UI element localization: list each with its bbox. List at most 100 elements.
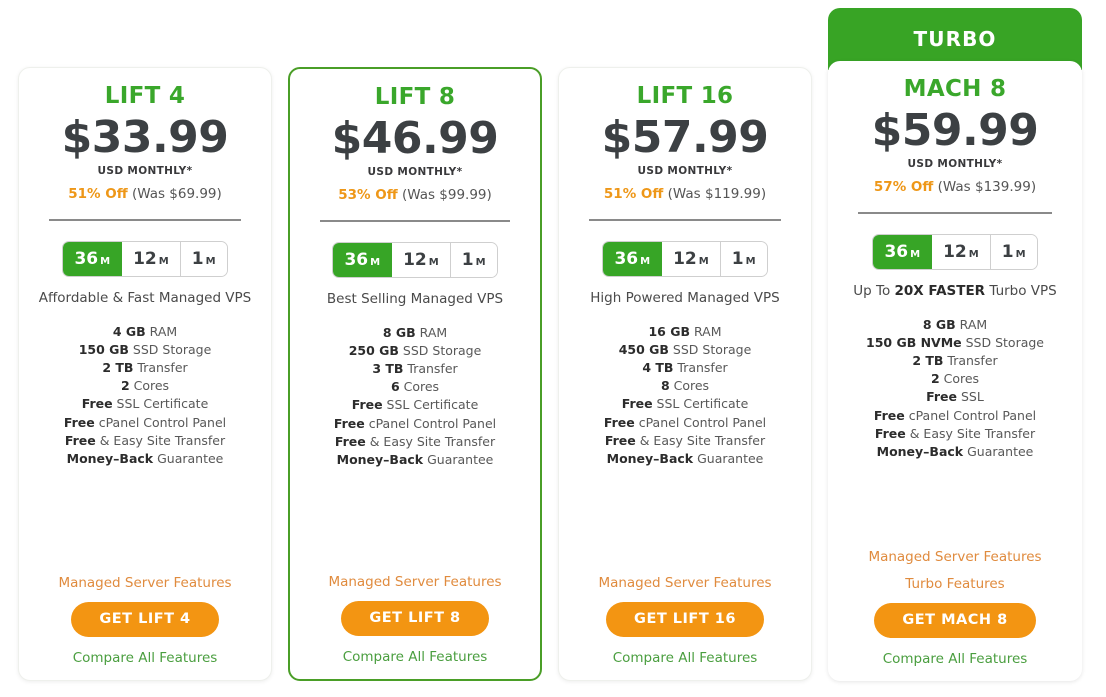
spec-list: 8 GB RAM 250 GB SSD Storage 3 TB Transfer 6… [304, 324, 526, 470]
pricing-card[interactable]: LIFT 16 $57.99 USD MONTHLY* 51% Off (Was $1… [558, 67, 812, 681]
spec-item-highlight: Free [351, 397, 383, 413]
term-option-unit: M [475, 256, 486, 268]
term-group[interactable]: 36 M 12 M 1 M [872, 233, 1038, 270]
spec-item-highlight: 6 [390, 379, 400, 395]
spec-item-text: RAM [690, 323, 722, 339]
spec-item: Free cPanel Control Panel [842, 407, 1068, 425]
term-option-12m[interactable]: 12 M [932, 234, 991, 269]
spec-list: 4 GB RAM 150 GB SSD Storage 2 TB Transfer 2… [33, 323, 257, 469]
term-option-36m[interactable]: 36 M [873, 234, 933, 269]
spec-item: 8 GB RAM [842, 316, 1068, 334]
spec-item-highlight: 8 GB [382, 324, 416, 340]
spec-item-text: cPanel Control Panel [634, 414, 767, 430]
spec-item: Free & Easy Site Transfer [573, 432, 797, 450]
term-toggle: 36 M 12 M 1 M [573, 240, 797, 277]
spec-item-highlight: Free [603, 414, 635, 430]
plan-price: $33.99 [61, 112, 229, 164]
spec-item: Money–Back Guarantee [842, 443, 1068, 461]
spec-item-text: SSD Storage [398, 342, 482, 358]
compare-all-features-link[interactable]: Compare All Features [343, 649, 488, 665]
turbo-ribbon-label: TURBO [913, 27, 997, 51]
term-option-12m[interactable]: 12 M [392, 242, 451, 277]
pricing-table: LIFT 4 $33.99 USD MONTHLY* 51% Off (Was $69… [0, 0, 1106, 697]
spec-item-highlight: 150 GB [78, 341, 129, 357]
feature-link[interactable]: Turbo Features [905, 576, 1004, 592]
pricing-card-slot: LIFT 16 $57.99 USD MONTHLY* 51% Off (Was $1… [558, 8, 812, 689]
term-option-36m[interactable]: 36 M [603, 241, 663, 276]
pricing-card[interactable]: MACH 8 $59.99 USD MONTHLY* 57% Off (Was $13… [828, 61, 1082, 681]
spec-item-highlight: Free [621, 396, 653, 412]
cta-button[interactable]: GET LIFT 16 [606, 602, 764, 637]
feature-link[interactable]: Managed Server Features [868, 549, 1041, 565]
feature-link[interactable]: Managed Server Features [328, 574, 501, 590]
pricing-card-slot: TURBO MACH 8 $59.99 USD MONTHLY* 57% Off (Wa… [828, 8, 1082, 689]
feature-link[interactable]: Managed Server Features [598, 575, 771, 591]
spec-item-highlight: 2 [930, 371, 940, 387]
term-option-1m[interactable]: 1M [720, 241, 767, 276]
spec-item: 450 GB SSD Storage [573, 341, 797, 359]
spec-item: 3 TB Transfer [304, 360, 526, 378]
spec-item-text: & Easy Site Transfer [95, 432, 226, 448]
term-option-1m[interactable]: 1M [450, 242, 497, 277]
term-option-36m[interactable]: 36 M [333, 242, 393, 277]
cta-button[interactable]: GET LIFT 8 [341, 601, 489, 636]
pricing-card[interactable]: LIFT 4 $33.99 USD MONTHLY* 51% Off (Was $69… [18, 67, 272, 681]
term-option-unit: M [910, 248, 921, 260]
pricing-card[interactable]: LIFT 8 $46.99 USD MONTHLY* 53% Off (Was $99… [288, 67, 542, 681]
card-footer: Managed Server Features GET LIFT 4 Compare… [33, 575, 257, 666]
term-option-unit: M [370, 256, 381, 268]
term-group[interactable]: 36 M 12 M 1 M [602, 240, 768, 277]
term-option-12m[interactable]: 12 M [662, 241, 721, 276]
term-option-12m[interactable]: 12 M [122, 241, 181, 276]
compare-all-features-link[interactable]: Compare All Features [73, 650, 218, 666]
term-option-1m[interactable]: 1M [180, 241, 227, 276]
compare-all-features-link[interactable]: Compare All Features [613, 650, 758, 666]
pricing-card-slot: LIFT 4 $33.99 USD MONTHLY* 51% Off (Was $69… [18, 8, 272, 689]
term-option-unit: M [205, 255, 216, 267]
term-group[interactable]: 36 M 12 M 1 M [62, 240, 228, 277]
spec-item-text: SSL Certificate [652, 396, 749, 412]
card-divider [49, 218, 241, 221]
spec-item: 250 GB SSD Storage [304, 342, 526, 360]
spec-item-highlight: 250 GB [348, 342, 399, 358]
term-option-number: 12 [943, 241, 967, 262]
spec-item: Money–Back Guarantee [33, 450, 257, 468]
term-option-number: 1 [191, 248, 204, 269]
spec-item-text: RAM [955, 316, 988, 332]
spec-item-text: Guarantee [423, 452, 494, 468]
plan-price-unit: USD MONTHLY* [367, 165, 463, 178]
term-option-number: 12 [673, 248, 697, 269]
term-option-unit: M [968, 248, 979, 260]
spec-item-text: SSD Storage [128, 341, 212, 357]
discount-percent: 51% Off [603, 185, 664, 202]
spec-item-highlight: 150 GB NVMe [866, 334, 962, 350]
discount-line: 51% Off (Was $119.99) [573, 186, 797, 202]
spec-item: Free SSL Certificate [304, 396, 526, 414]
term-group[interactable]: 36 M 12 M 1 M [332, 241, 498, 278]
term-option-number: 12 [133, 248, 157, 269]
plan-name: MACH 8 [903, 76, 1007, 102]
spec-item: Free cPanel Control Panel [573, 414, 797, 432]
spec-item: 6 Cores [304, 378, 526, 396]
was-price: (Was $119.99) [667, 185, 767, 202]
compare-all-features-link[interactable]: Compare All Features [883, 651, 1028, 667]
spec-item-highlight: Free [873, 407, 905, 423]
term-option-1m[interactable]: 1M [990, 234, 1037, 269]
cta-button[interactable]: GET LIFT 4 [71, 602, 219, 637]
spec-item-text: Transfer [943, 353, 998, 369]
spec-item-text: RAM [415, 324, 448, 340]
spec-item: 8 Cores [573, 377, 797, 395]
discount-line: 53% Off (Was $99.99) [304, 187, 526, 203]
plan-price-unit: USD MONTHLY* [637, 164, 733, 177]
spec-item-highlight: Free [926, 389, 958, 405]
term-toggle: 36 M 12 M 1 M [33, 240, 257, 277]
spec-item-text: & Easy Site Transfer [635, 432, 766, 448]
term-option-unit: M [100, 255, 111, 267]
cta-button[interactable]: GET MACH 8 [874, 603, 1036, 638]
plan-name: LIFT 16 [636, 83, 734, 109]
feature-link[interactable]: Managed Server Features [58, 575, 231, 591]
term-toggle: 36 M 12 M 1 M [304, 241, 526, 278]
spec-item: 2 Cores [33, 377, 257, 395]
term-option-number: 1 [1001, 241, 1014, 262]
term-option-36m[interactable]: 36 M [63, 241, 123, 276]
